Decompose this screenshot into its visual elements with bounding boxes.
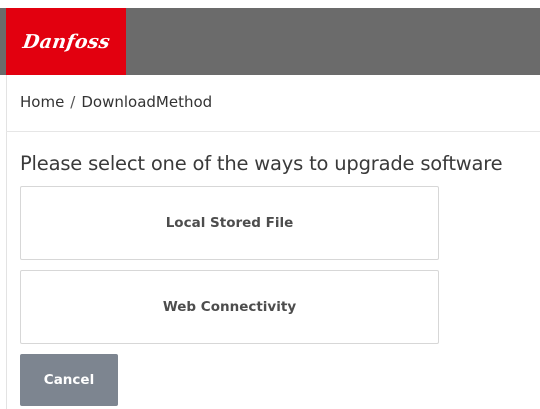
- breadcrumb-home-link[interactable]: Home: [20, 93, 64, 111]
- web-connectivity-option[interactable]: Web Connectivity: [20, 270, 439, 344]
- breadcrumb: Home / DownloadMethod: [20, 93, 212, 111]
- option-label: Local Stored File: [165, 215, 294, 231]
- breadcrumb-current: DownloadMethod: [81, 93, 213, 111]
- logo-text: Danfoss: [20, 30, 112, 53]
- left-border: [6, 75, 7, 409]
- header-top-edge: [0, 0, 540, 8]
- local-stored-file-option[interactable]: Local Stored File: [20, 186, 439, 260]
- breadcrumb-separator: /: [70, 93, 76, 111]
- danfoss-logo[interactable]: Danfoss: [6, 8, 126, 75]
- cancel-button[interactable]: Cancel: [20, 354, 118, 406]
- option-label: Web Connectivity: [162, 299, 297, 315]
- page-heading: Please select one of the ways to upgrade…: [20, 152, 503, 175]
- breadcrumb-divider: [6, 131, 540, 132]
- app-window: Danfoss Home / DownloadMethod Please selec…: [0, 0, 540, 409]
